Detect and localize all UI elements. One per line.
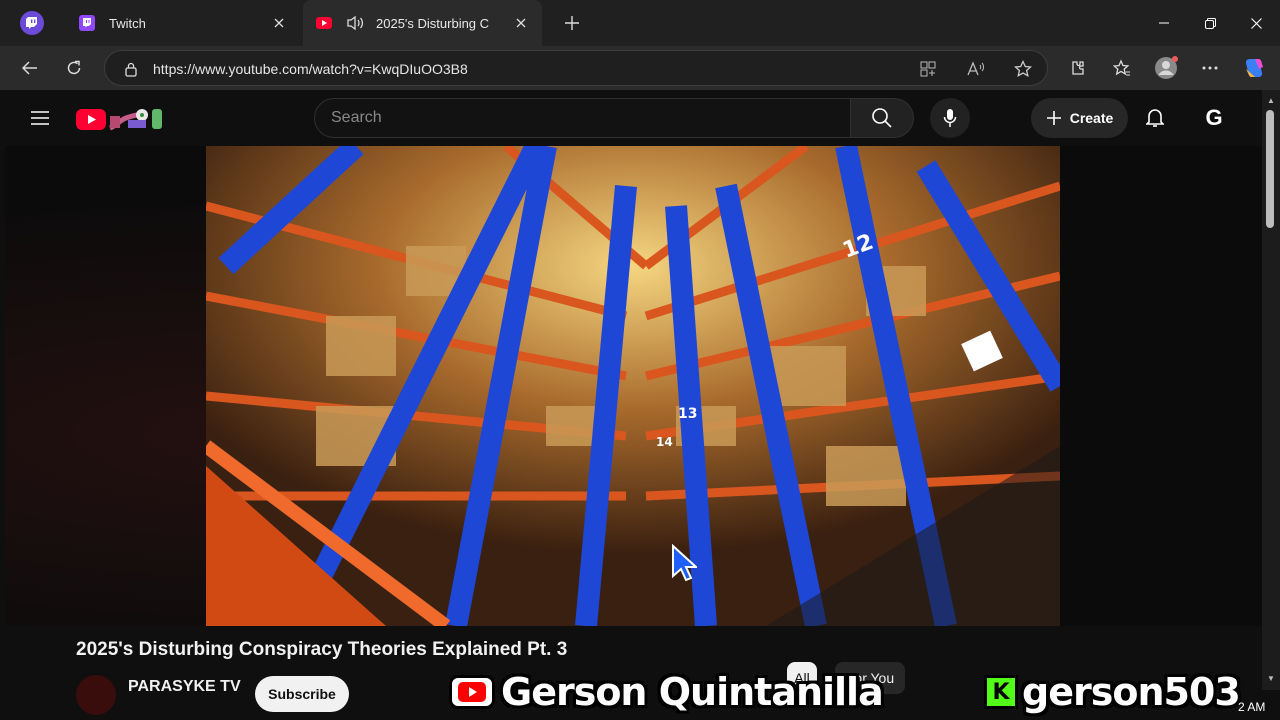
channel-avatar[interactable] bbox=[76, 675, 116, 715]
restore-button[interactable] bbox=[1187, 0, 1233, 46]
notifications-bell-icon[interactable] bbox=[1140, 103, 1170, 133]
channel-name[interactable]: PARASYKE TV bbox=[128, 678, 241, 696]
kick-handle: gerson503 bbox=[1022, 670, 1241, 714]
audio-playing-icon[interactable] bbox=[346, 15, 364, 31]
browser-toolbar: https://www.youtube.com/watch?v=KwqDIuOO… bbox=[0, 46, 1280, 90]
browser-profile-icon[interactable] bbox=[20, 11, 44, 35]
new-tab-button[interactable] bbox=[557, 8, 587, 38]
extensions-icon[interactable] bbox=[1063, 53, 1093, 83]
search-button[interactable] bbox=[851, 98, 914, 138]
streamer-name-overlay: Gerson Quintanilla bbox=[449, 668, 884, 716]
favorites-icon[interactable] bbox=[1107, 53, 1137, 83]
streamer-name: Gerson Quintanilla bbox=[501, 670, 884, 714]
twitch-favicon-icon bbox=[79, 15, 95, 31]
more-options-icon[interactable] bbox=[1195, 53, 1225, 83]
tab-title: Twitch bbox=[109, 15, 146, 31]
back-button[interactable] bbox=[15, 53, 45, 83]
close-window-button[interactable] bbox=[1233, 0, 1279, 46]
read-aloud-icon[interactable] bbox=[965, 58, 987, 80]
copilot-icon[interactable] bbox=[1239, 53, 1269, 83]
profile-avatar-icon[interactable] bbox=[1151, 53, 1181, 83]
search-icon bbox=[872, 108, 892, 128]
kick-handle-overlay: K gerson503 bbox=[984, 668, 1241, 716]
youtube-badge-icon bbox=[449, 675, 495, 709]
youtube-favicon-icon bbox=[316, 17, 332, 29]
refresh-button[interactable] bbox=[59, 53, 89, 83]
kick-logo-icon: K bbox=[984, 675, 1018, 709]
search-box[interactable] bbox=[314, 98, 851, 138]
create-button[interactable]: Create bbox=[1031, 98, 1128, 138]
guide-menu-icon[interactable] bbox=[25, 106, 55, 130]
lock-icon[interactable] bbox=[120, 58, 142, 80]
scroll-thumb[interactable] bbox=[1266, 110, 1274, 228]
page-scrollbar[interactable]: ▲ ▼ bbox=[1262, 90, 1280, 690]
browser-tab-strip: Twitch 2025's Disturbing C bbox=[0, 0, 1280, 46]
taskbar-clock: 2 AM bbox=[1238, 700, 1266, 714]
youtube-logo[interactable] bbox=[76, 106, 166, 132]
youtube-masthead: Create G bbox=[5, 90, 1262, 146]
favorite-star-icon[interactable] bbox=[1012, 58, 1034, 80]
minimize-button[interactable] bbox=[1141, 0, 1187, 46]
scroll-up-arrow-icon[interactable]: ▲ bbox=[1266, 96, 1276, 106]
close-tab-icon[interactable] bbox=[264, 8, 294, 38]
video-frame[interactable]: 12 13 14 bbox=[206, 146, 1060, 626]
mouse-cursor-icon bbox=[671, 543, 699, 587]
voice-search-button[interactable] bbox=[930, 98, 970, 138]
tab-title: 2025's Disturbing C bbox=[376, 15, 490, 31]
scroll-down-arrow-icon[interactable]: ▼ bbox=[1266, 674, 1276, 684]
microphone-icon bbox=[943, 109, 957, 127]
youtube-page: Create G bbox=[5, 90, 1262, 720]
tab-youtube[interactable]: 2025's Disturbing C bbox=[303, 0, 542, 46]
subscribe-button[interactable]: Subscribe bbox=[255, 676, 349, 712]
video-player[interactable]: 12 13 14 bbox=[5, 146, 1262, 626]
app-available-icon[interactable] bbox=[917, 58, 939, 80]
doodle-logo-icon bbox=[109, 109, 162, 131]
account-avatar[interactable]: G bbox=[1199, 103, 1229, 133]
plus-icon bbox=[1046, 111, 1061, 125]
create-label: Create bbox=[1069, 110, 1114, 126]
svg-text:13: 13 bbox=[678, 406, 697, 422]
svg-text:14: 14 bbox=[656, 435, 673, 449]
url-text[interactable]: https://www.youtube.com/watch?v=KwqDIuOO… bbox=[153, 61, 468, 77]
address-bar[interactable]: https://www.youtube.com/watch?v=KwqDIuOO… bbox=[104, 50, 1048, 86]
search-input[interactable] bbox=[331, 99, 831, 137]
video-title: 2025's Disturbing Conspiracy Theories Ex… bbox=[76, 639, 568, 660]
warehouse-video-frame: 12 13 14 bbox=[206, 146, 1060, 626]
tab-twitch[interactable]: Twitch bbox=[66, 0, 300, 46]
close-tab-icon[interactable] bbox=[506, 8, 536, 38]
